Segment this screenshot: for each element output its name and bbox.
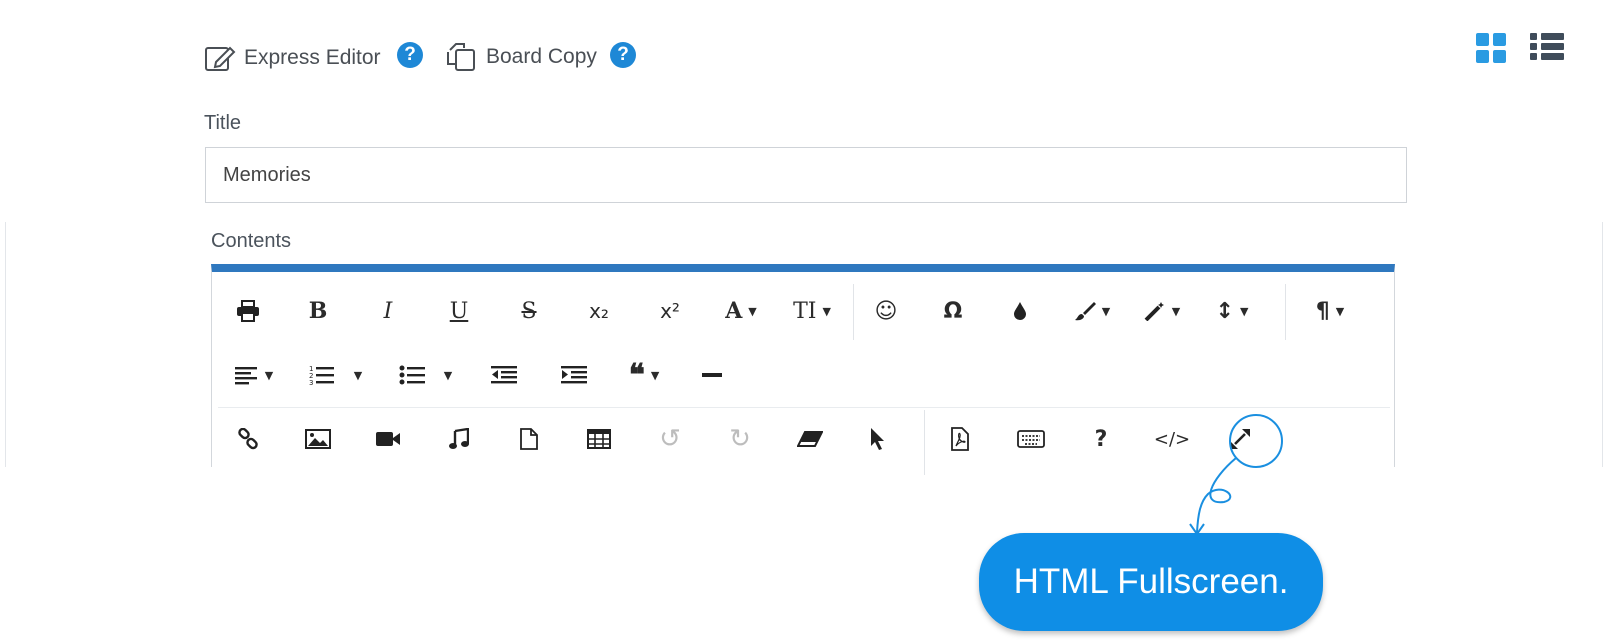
- special-characters-icon[interactable]: Ω: [933, 294, 973, 328]
- horizontal-rule-icon[interactable]: [692, 358, 732, 392]
- audio-icon[interactable]: [439, 422, 479, 456]
- express-editor-link[interactable]: Express Editor: [204, 42, 381, 74]
- right-divider: [1602, 222, 1603, 467]
- quote-button[interactable]: ❝ ▼: [616, 358, 672, 393]
- font-size-button[interactable]: TI ▼: [784, 294, 840, 328]
- grid-view-icon[interactable]: [1476, 33, 1506, 63]
- board-copy-label: Board Copy: [486, 45, 597, 68]
- unordered-list-icon[interactable]: [392, 358, 432, 392]
- express-editor-help-icon[interactable]: ?: [397, 42, 423, 68]
- table-icon[interactable]: [579, 422, 619, 456]
- help-icon[interactable]: ?: [1081, 422, 1121, 456]
- image-icon[interactable]: [298, 422, 338, 456]
- link-icon[interactable]: [228, 422, 268, 456]
- title-input[interactable]: [205, 147, 1407, 203]
- redo-icon[interactable]: ↻: [720, 422, 760, 456]
- file-icon[interactable]: [509, 422, 549, 456]
- font-family-button[interactable]: A ▼: [715, 294, 767, 328]
- title-label: Title: [204, 112, 242, 134]
- toolbar-row-divider: [218, 407, 1390, 408]
- html-fullscreen-callout: HTML Fullscreen.: [979, 533, 1323, 631]
- underline-button[interactable]: U: [439, 294, 479, 328]
- bold-button[interactable]: B: [298, 294, 338, 328]
- edit-icon: [205, 46, 236, 71]
- eraser-icon[interactable]: [790, 422, 830, 456]
- line-height-button[interactable]: ↕ ▼: [1206, 294, 1258, 328]
- select-pointer-icon[interactable]: [858, 422, 898, 456]
- print-icon[interactable]: [228, 294, 268, 328]
- brush-icon[interactable]: ▼: [1066, 294, 1118, 328]
- unordered-list-dropdown-icon[interactable]: ▼: [438, 358, 458, 392]
- copy-icon: [447, 43, 475, 71]
- strikethrough-button[interactable]: S: [509, 294, 549, 328]
- keyboard-icon[interactable]: [1011, 422, 1051, 456]
- ordered-list-icon[interactable]: 123: [302, 358, 342, 392]
- toolbar-separator: [853, 284, 854, 340]
- svg-text:3: 3: [309, 379, 313, 386]
- board-copy-link[interactable]: Board Copy: [446, 42, 597, 72]
- toolbar-separator: [1285, 284, 1286, 340]
- paragraph-format-button[interactable]: ¶ ▼: [1304, 294, 1356, 328]
- text-color-icon[interactable]: [1000, 294, 1040, 328]
- align-button[interactable]: ▼: [226, 358, 282, 392]
- subscript-button[interactable]: x₂: [579, 294, 619, 328]
- outdent-icon[interactable]: [484, 358, 524, 392]
- toolbar-separator: [924, 410, 925, 475]
- contents-label: Contents: [211, 230, 292, 252]
- superscript-button[interactable]: x²: [650, 294, 690, 328]
- pdf-icon[interactable]: [940, 422, 980, 456]
- undo-icon[interactable]: ↺: [650, 422, 690, 456]
- magic-wand-icon[interactable]: ▼: [1136, 294, 1188, 328]
- italic-button[interactable]: I: [368, 294, 408, 328]
- ordered-list-dropdown-icon[interactable]: ▼: [348, 358, 368, 392]
- board-copy-help-icon[interactable]: ?: [610, 42, 636, 68]
- list-view-icon[interactable]: [1530, 33, 1564, 63]
- express-editor-label: Express Editor: [244, 46, 381, 69]
- video-icon[interactable]: [368, 422, 408, 456]
- callout-arrow: [1189, 414, 1283, 536]
- emoticons-icon[interactable]: ☺: [866, 294, 906, 328]
- indent-icon[interactable]: [554, 358, 594, 392]
- left-divider: [5, 222, 6, 467]
